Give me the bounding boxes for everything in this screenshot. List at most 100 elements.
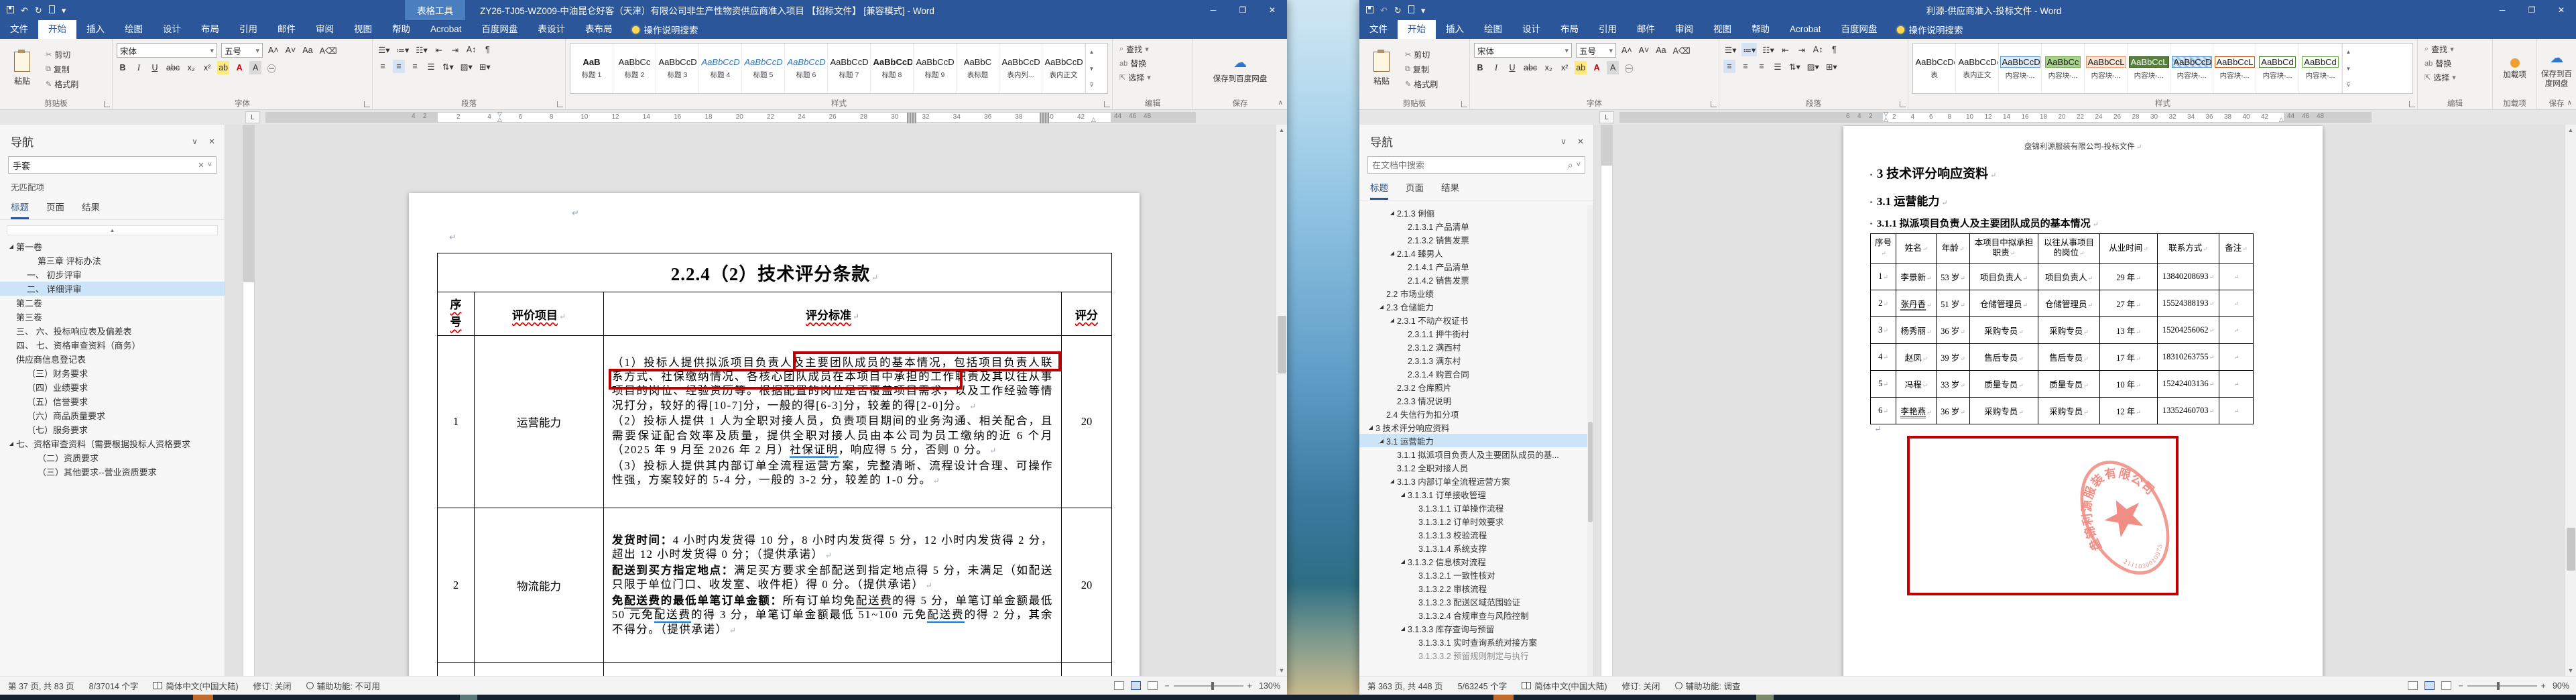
multilevel-list-icon[interactable]: ☷▾ [1761,43,1775,56]
decrease-indent-icon[interactable]: ⇤ [1780,43,1792,56]
bullets-icon[interactable]: ☰▾ [377,43,391,56]
document-canvas[interactable]: 盘锦利源服装有限公司-投标文件 3 技术评分响应资料 3.1 运营能力 3.1.… [1594,125,2565,676]
clear-format-icon[interactable]: A⌫ [1672,44,1692,57]
nav-item[interactable]: （六）商品质量要求 [0,408,225,422]
nav-item[interactable]: 3.1.3.3.2 预留规则制定与执行 [1359,648,1593,662]
tab-插入[interactable]: 插入 [1436,20,1474,39]
nav-tab-页面[interactable]: 页面 [1406,180,1424,200]
tab-帮助[interactable]: 帮助 [1741,20,1780,39]
tab-百度网盘[interactable]: 百度网盘 [1831,20,1888,39]
right-indent-marker[interactable]: △ [1091,116,1096,123]
expand-icon[interactable]: ◢ [1388,478,1397,484]
document-page[interactable]: 盘锦利源服装有限公司-投标文件 3 技术评分响应资料 3.1 运营能力 3.1.… [1843,126,2323,676]
titlebar[interactable]: ↶ ↻ ▾ 表格工具 ZY26-TJ05-WZ009-中油昆仑好客（天津）有限公… [0,0,1287,20]
increase-indent-icon[interactable]: ⇥ [1796,43,1808,56]
scroll-up-icon[interactable]: ▲ [1279,125,1285,135]
tab-设计[interactable]: 设计 [153,20,191,39]
increase-indent-icon[interactable]: ⇥ [449,43,461,56]
nav-item[interactable]: 四、 七、资格审查资料（商务） [0,338,225,352]
superscript-icon[interactable]: x² [201,61,213,74]
collapse-ribbon-icon[interactable]: ∧ [1278,99,1283,107]
gallery-down-icon[interactable]: ▼ [1086,60,1097,77]
numbering-icon[interactable]: ≔▾ [395,43,410,56]
expand-icon[interactable]: ◢ [1366,424,1375,430]
nav-item[interactable]: ◢ 3.1.3.1 订单接收管理 [1359,487,1593,501]
nav-item[interactable]: （四）业绩要求 [0,380,225,394]
addins-button[interactable]: 加载项 [2497,43,2532,95]
style-chip[interactable]: AaBbCcDdI 表内正文 [1956,44,1999,93]
italic-icon[interactable]: I [133,61,145,74]
web-layout-icon[interactable] [2441,681,2452,690]
nav-item[interactable]: 2.3.1.2 满西村 [1359,340,1593,353]
status-segment[interactable]: 8/37014 个字 [89,679,139,692]
style-chip[interactable]: AaBbC 表标题 [957,44,999,93]
gallery-up-icon[interactable]: ▲ [1086,44,1097,60]
status-segment[interactable]: 辅助功能: 不可用 [306,679,380,692]
horizontal-ruler[interactable]: 4 2 2 4 6 8 10 12 14 16 18 20 22 24 26 28 30 32 34 36 38 40 42… [0,111,1504,123]
nav-item[interactable]: ◢ 七、资格审查资料（需要根据投标人资格要求 [0,436,225,451]
nav-item[interactable]: 3.1.3.2.3 配送区域范围验证 [1359,595,1593,608]
undo-icon[interactable]: ↶ [21,6,28,15]
nav-tab-标题[interactable]: 标题 [11,200,29,219]
nav-item[interactable]: 3.1.3.2.2 审核流程 [1359,581,1593,595]
nav-item[interactable]: 第三卷 [0,310,225,324]
bullets-icon[interactable]: ☰▾ [1723,43,1737,56]
nav-item[interactable]: 三、 六、投标响应表及偏差表 [0,324,225,338]
nav-scrollbar[interactable] [1587,205,1593,676]
expand-icon[interactable]: ◢ [1388,210,1397,216]
gallery-more-icon[interactable]: ⊽ [1086,76,1097,93]
underline-icon[interactable]: U [1506,61,1518,74]
tab-视图[interactable]: 视图 [1703,20,1741,39]
find-button[interactable]: ⌕ 查找 ▾ [1117,43,1188,56]
style-chip[interactable]: AaBbCcD 标题 4 [699,44,742,93]
zoom-handle[interactable] [1211,681,1214,690]
save-icon[interactable] [7,5,14,15]
superscript-icon[interactable]: x² [1558,61,1571,74]
status-segment[interactable]: 简体中文(中国大陆) [153,679,239,692]
nav-item[interactable]: ◢ 3.1.3.3 库存查询与预留 [1359,622,1593,635]
tab-绘图[interactable]: 绘图 [1474,20,1512,39]
nav-options-icon[interactable]: ∨ [192,137,198,146]
align-left-icon[interactable]: ≡ [1723,60,1735,73]
expand-icon[interactable]: ◢ [7,243,16,249]
gallery-more-icon[interactable]: ⊽ [2343,76,2354,93]
copy-button[interactable]: ⧉ 复制 [1402,63,1440,76]
zoom-slider[interactable]: − + [1164,681,1252,691]
cut-button[interactable]: ✂ 剪切 [1402,48,1440,61]
nav-tab-结果[interactable]: 结果 [1441,180,1459,200]
tab-百度网盘[interactable]: 百度网盘 [472,20,528,39]
nav-item[interactable]: 2.3.3 情况说明 [1359,394,1593,407]
align-right-icon[interactable]: ≡ [1756,60,1768,73]
nav-item[interactable]: ◢ 2.1.3 俐俪 [1359,206,1593,219]
nav-item[interactable]: 2.1.3.1 产品清单 [1359,219,1593,233]
search-icon[interactable]: ⌕ [1568,160,1573,171]
nav-item[interactable]: 3.1.3.1.2 订单时效要求 [1359,514,1593,528]
search-clear-icon[interactable]: ✕ [198,161,204,170]
zoom-out-icon[interactable]: − [1164,681,1169,691]
nav-item[interactable]: 3.1.3.1.4 系统支撑 [1359,541,1593,555]
expand-icon[interactable]: ◢ [1398,626,1408,632]
gallery-down-icon[interactable]: ▼ [2343,60,2354,77]
status-segment[interactable]: 5/63245 个字 [1458,679,1508,692]
shading-icon[interactable]: ▨▾ [459,60,474,73]
vertical-ruler[interactable] [243,125,255,676]
paste-button[interactable]: 粘贴 [4,43,40,95]
nav-item[interactable]: 3.1.3.3.1 实时查询系统对接方案 [1359,635,1593,648]
nav-scroll-top-bar[interactable]: ▲ [7,225,218,235]
strikethrough-icon[interactable]: abc [1522,61,1538,74]
style-chip[interactable]: AaBbCcD 标题 3 [656,44,699,93]
format-painter-button[interactable]: ✎ 格式刷 [1402,78,1440,91]
nav-item[interactable]: （二）资质要求 [0,451,225,465]
style-chip[interactable]: AaBbCd 内容块-... [2299,44,2342,93]
dialog-launcher-icon[interactable] [1711,101,1717,107]
find-button[interactable]: ⌕ 查找 ▾ [2422,43,2488,56]
zoom-handle[interactable] [2496,681,2500,690]
vertical-scrollbar[interactable]: ▲ ▼ [1276,125,1287,676]
expand-icon[interactable]: ◢ [1398,491,1408,498]
tab-视图[interactable]: 视图 [344,20,382,39]
line-spacing-icon[interactable]: ⇅▾ [1788,60,1802,73]
nav-item[interactable]: ◢ 2.3.1 不动产权证书 [1359,313,1593,327]
tab-插入[interactable]: 插入 [76,20,115,39]
search-dropdown-icon[interactable]: ˅ [1577,161,1581,169]
multilevel-list-icon[interactable]: ☷▾ [414,43,428,56]
